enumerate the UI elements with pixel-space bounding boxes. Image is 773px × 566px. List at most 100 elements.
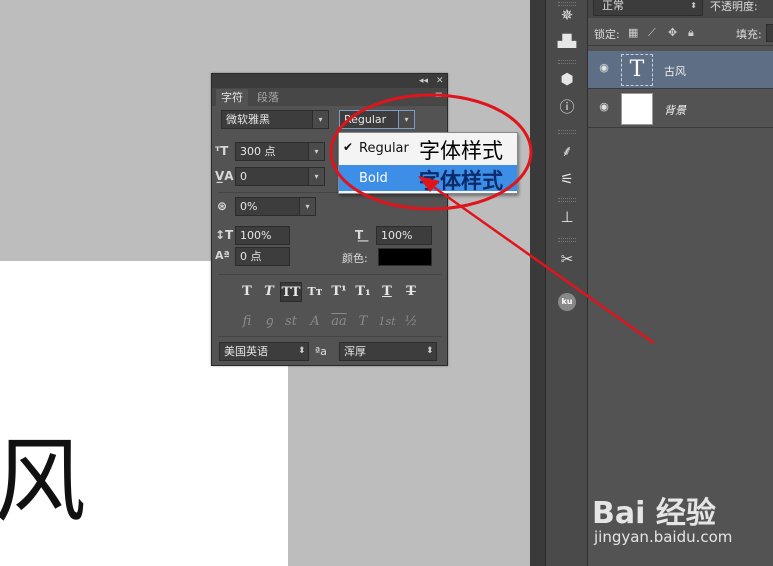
panel-divider[interactable] xyxy=(530,0,546,566)
chevron-updown-icon: ⬍ xyxy=(298,346,306,356)
fractions-button[interactable]: ½ xyxy=(400,312,422,332)
opacity-label: 不透明度: xyxy=(710,0,758,13)
eye-icon[interactable]: ◉ xyxy=(597,62,611,73)
lock-label: 锁定: xyxy=(594,28,620,41)
background-layer-thumbnail xyxy=(621,93,653,125)
divider xyxy=(218,336,441,337)
titling-alternates-button[interactable]: aa xyxy=(328,312,350,332)
annotation-note: 字体样式 xyxy=(419,169,503,193)
chevron-down-icon[interactable]: ▾ xyxy=(398,110,415,129)
brush-icon[interactable]: ⸙ xyxy=(555,140,579,162)
font-size-icon: ᵀT xyxy=(215,144,229,158)
fill-input[interactable] xyxy=(766,24,773,42)
faux-bold-button[interactable]: T xyxy=(236,282,258,302)
tab-paragraph[interactable]: 段落 xyxy=(252,89,284,106)
annotation-note: 字体样式 xyxy=(419,139,503,163)
stylistic-alternates-button[interactable]: A xyxy=(304,312,326,332)
fill-label: 填充: xyxy=(736,28,762,41)
baseline-shift-icon: Aª xyxy=(215,249,230,262)
color-label: 颜色: xyxy=(342,252,368,265)
ku-icon[interactable]: ku xyxy=(555,288,579,311)
photoshop-window: 风 ✵ ▟▙ ⬢ ⓘ ⸙ ⚟ ⊥ ✂ ku 正常 ⬍ 不透明度: 锁定: ▦ ⟋… xyxy=(0,0,773,566)
chevron-down-icon[interactable]: ▾ xyxy=(308,167,325,186)
close-icon[interactable]: ✕ xyxy=(436,74,444,88)
baseline-shift-field[interactable]: 0 点 xyxy=(235,247,290,266)
lock-transparent-icon[interactable]: ▦ xyxy=(628,26,638,39)
option-regular[interactable]: ✔ Regular 字体样式 xyxy=(339,135,517,163)
language-select[interactable]: 美国英语 xyxy=(219,342,309,361)
baidu-watermark: Bai 经验 jingyan.baidu.com xyxy=(592,486,767,556)
panel-menu-icon[interactable]: ≡ xyxy=(435,90,443,101)
ordinals-button[interactable]: 1st xyxy=(376,312,398,332)
small-caps-button[interactable]: Tт xyxy=(304,282,326,302)
subscript-button[interactable]: T₁ xyxy=(352,282,374,302)
underline-button[interactable]: T xyxy=(376,282,398,302)
superscript-button[interactable]: T¹ xyxy=(328,282,350,302)
blend-mode-select[interactable]: 正常 ⬍ xyxy=(593,0,703,16)
character-panel: ◂◂ ✕ 字符 段落 ≡ 微软雅黑 ▾ Regular ▾ ᵀT 300 点 ▾… xyxy=(211,73,448,366)
vertical-scale-icon: ↕T xyxy=(215,228,234,242)
swash-button[interactable]: st xyxy=(280,312,302,332)
font-family-select[interactable]: 微软雅黑 xyxy=(221,110,321,129)
antialias-icon: ªa xyxy=(315,345,327,358)
panel-title-bar[interactable]: ◂◂ ✕ xyxy=(212,74,447,88)
grip[interactable] xyxy=(558,238,576,242)
font-size-field[interactable]: 300 点 xyxy=(235,142,310,161)
panel-icon-column: ✵ ▟▙ ⬢ ⓘ ⸙ ⚟ ⊥ ✂ ku xyxy=(546,0,588,566)
layers-panel: 正常 ⬍ 不透明度: 锁定: ▦ ⟋ ✥ 🔒︎ 填充: ◉ T 古风 ◉ 背景 xyxy=(588,0,773,566)
color-swatch[interactable] xyxy=(378,248,432,266)
vertical-scale-field[interactable]: 100% xyxy=(235,226,290,245)
layers-toolbar: 正常 ⬍ 不透明度: xyxy=(588,0,773,18)
tab-character[interactable]: 字符 xyxy=(216,89,248,106)
option-bold[interactable]: Bold 字体样式 xyxy=(339,165,517,193)
checkmark-icon: ✔ xyxy=(343,140,354,154)
grip[interactable] xyxy=(558,198,576,202)
panel-tabs: 字符 段落 ≡ xyxy=(212,88,447,106)
ornaments-button[interactable]: T xyxy=(352,312,374,332)
tools-icon[interactable]: ✂ xyxy=(555,248,579,270)
lock-move-icon[interactable]: ✥ xyxy=(668,26,677,39)
3d-cube-icon[interactable]: ⬢ xyxy=(555,68,579,90)
layer-name: 古风 xyxy=(664,65,686,78)
horizontal-scale-icon: T͟ xyxy=(355,228,364,242)
kerning-field[interactable]: 0 xyxy=(235,167,310,186)
layer-row-text[interactable]: ◉ T 古风 xyxy=(588,51,773,89)
chevron-down-icon[interactable]: ▾ xyxy=(308,142,325,161)
faux-italic-button[interactable]: T xyxy=(258,282,280,302)
histogram-icon[interactable]: ▟▙ xyxy=(555,30,579,52)
ligatures-button[interactable]: fi xyxy=(236,312,258,332)
chevron-updown-icon: ⬍ xyxy=(690,1,697,10)
chevron-down-icon[interactable]: ▾ xyxy=(299,197,316,216)
text-layer-thumbnail: T xyxy=(621,54,653,86)
antialias-select[interactable]: 浑厚 xyxy=(339,342,437,361)
tracking-icon: ⊛ xyxy=(217,199,228,213)
lock-all-icon[interactable]: 🔒︎ xyxy=(688,26,694,40)
lock-row: 锁定: ▦ ⟋ ✥ 🔒︎ 填充: xyxy=(588,22,773,46)
watermark-url: jingyan.baidu.com xyxy=(594,528,733,546)
layer-row-background[interactable]: ◉ 背景 xyxy=(588,90,773,128)
strikethrough-button[interactable]: T xyxy=(400,282,422,302)
eye-icon[interactable]: ◉ xyxy=(597,101,611,112)
discretionary-ligatures-button[interactable]: ꝯ xyxy=(258,312,280,332)
compass-icon[interactable]: ✵ xyxy=(555,4,579,26)
chevron-down-icon[interactable]: ▾ xyxy=(312,110,329,129)
divider xyxy=(218,274,441,275)
chevron-updown-icon: ⬍ xyxy=(426,346,434,356)
blend-mode-value: 正常 xyxy=(602,0,624,12)
info-icon[interactable]: ⓘ xyxy=(555,96,579,118)
clone-stamp-icon[interactable]: ⊥ xyxy=(555,206,579,228)
grip[interactable] xyxy=(558,130,576,134)
all-caps-button[interactable]: TT xyxy=(280,282,302,302)
lock-brush-icon[interactable]: ⟋ xyxy=(648,26,656,40)
kerning-icon: V̲A xyxy=(215,169,234,183)
layer-name: 背景 xyxy=(664,104,686,117)
collapse-icon[interactable]: ◂◂ xyxy=(419,74,428,88)
tracking-field[interactable]: 0% xyxy=(235,197,305,216)
horizontal-scale-field[interactable]: 100% xyxy=(376,226,432,245)
adjust-sliders-icon[interactable]: ⚟ xyxy=(555,168,579,190)
option-label: Bold xyxy=(359,171,388,186)
font-style-dropdown: ✔ Regular 字体样式 Bold 字体样式 xyxy=(338,132,518,194)
canvas-text-layer: 风 xyxy=(0,428,87,535)
grip[interactable] xyxy=(558,60,576,64)
option-label: Regular xyxy=(359,141,409,156)
